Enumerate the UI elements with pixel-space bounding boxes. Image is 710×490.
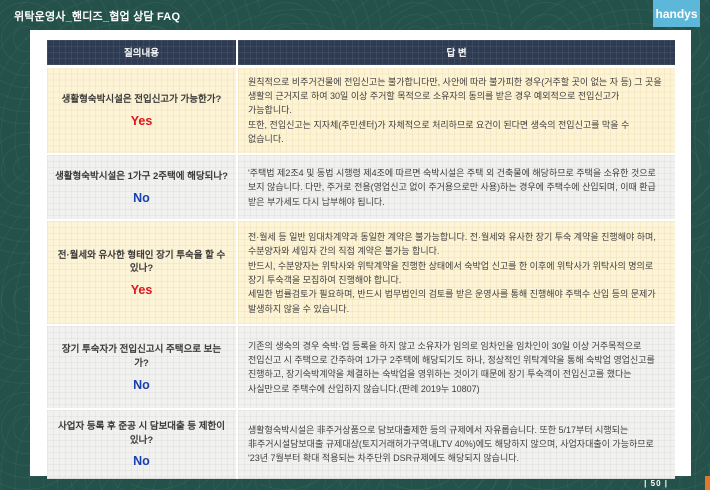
- content-card: 질의내용 답 변 생활형숙박시설은 전입신고가 가능한가? Yes 원칙적으로 …: [30, 30, 691, 476]
- page-title: 위탁운영사_핸디즈_협업 상담 FAQ: [14, 8, 180, 24]
- question-verdict: No: [55, 378, 228, 392]
- faq-table: 질의내용 답 변 생활형숙박시설은 전입신고가 가능한가? Yes 원칙적으로 …: [47, 40, 675, 479]
- faq-table-body: 생활형숙박시설은 전입신고가 가능한가? Yes 원칙적으로 비주거건물에 전입…: [47, 66, 675, 478]
- column-header-answer: 답 변: [237, 40, 675, 66]
- question-text: 사업자 등록 후 준공 시 담보대출 등 제한이 있나?: [55, 420, 228, 448]
- page-number: | 50 |: [644, 479, 668, 488]
- answer-text: 전·월세 등 일반 임대차계약과 동일한 계약은 불가능합니다. 전·월세와 유…: [248, 230, 665, 316]
- question-verdict: No: [55, 454, 228, 468]
- table-row: 생활형숙박시설은 전입신고가 가능한가? Yes 원칙적으로 비주거건물에 전입…: [47, 66, 675, 154]
- table-row: 생활형숙박시설은 1가구 2주택에 해당되나? No '주택법 제2조4 및 동…: [47, 154, 675, 220]
- answer-cell: 전·월세 등 일반 임대차계약과 동일한 계약은 불가능합니다. 전·월세와 유…: [237, 220, 675, 325]
- table-row: 사업자 등록 후 준공 시 담보대출 등 제한이 있나? No 생활형숙박시설은…: [47, 409, 675, 478]
- answer-text: 기존의 생숙의 경우 숙박·업 등록을 하지 않고 소유자가 임의로 임차인을 …: [248, 339, 665, 397]
- answer-text: 생활형숙박시설은 非주거상품으로 담보대출제한 등의 규제에서 자유롭습니다. …: [248, 423, 665, 466]
- slide-background: 위탁운영사_핸디즈_협업 상담 FAQ handys 질의내용 답 변 생활형숙…: [0, 0, 710, 490]
- question-text: 장기 투숙자가 전입신고시 주택으로 보는가?: [55, 343, 228, 371]
- question-cell: 사업자 등록 후 준공 시 담보대출 등 제한이 있나? No: [47, 409, 237, 478]
- answer-cell: 생활형숙박시설은 非주거상품으로 담보대출제한 등의 규제에서 자유롭습니다. …: [237, 409, 675, 478]
- question-cell: 생활형숙박시설은 1가구 2주택에 해당되나? No: [47, 154, 237, 220]
- answer-cell: 원칙적으로 비주거건물에 전입신고는 불가합니다만, 사안에 따라 불가피한 경…: [237, 66, 675, 154]
- table-row: 전·월세와 유사한 형태인 장기 투숙을 할 수 있나? Yes 전·월세 등 …: [47, 220, 675, 325]
- table-header-row: 질의내용 답 변: [47, 40, 675, 66]
- question-verdict: No: [55, 191, 228, 205]
- question-text: 전·월세와 유사한 형태인 장기 투숙을 할 수 있나?: [55, 249, 228, 277]
- question-cell: 장기 투숙자가 전입신고시 주택으로 보는가? No: [47, 325, 237, 409]
- handys-logo: handys: [653, 0, 700, 27]
- answer-cell: 기존의 생숙의 경우 숙박·업 등록을 하지 않고 소유자가 임의로 임차인을 …: [237, 325, 675, 409]
- answer-text: 원칙적으로 비주거건물에 전입신고는 불가합니다만, 사안에 따라 불가피한 경…: [248, 75, 665, 147]
- question-text: 생활형숙박시설은 전입신고가 가능한가?: [55, 93, 228, 107]
- column-header-question: 질의내용: [47, 40, 237, 66]
- table-row: 장기 투숙자가 전입신고시 주택으로 보는가? No 기존의 생숙의 경우 숙박…: [47, 325, 675, 409]
- question-cell: 전·월세와 유사한 형태인 장기 투숙을 할 수 있나? Yes: [47, 220, 237, 325]
- question-verdict: Yes: [55, 283, 228, 297]
- answer-text: '주택법 제2조4 및 동법 시행령 제4조에 따르면 숙박시설은 주택 외 건…: [248, 166, 665, 209]
- question-text: 생활형숙박시설은 1가구 2주택에 해당되나?: [55, 170, 228, 184]
- question-verdict: Yes: [55, 114, 228, 128]
- accent-bar: [705, 476, 710, 490]
- answer-cell: '주택법 제2조4 및 동법 시행령 제4조에 따르면 숙박시설은 주택 외 건…: [237, 154, 675, 220]
- question-cell: 생활형숙박시설은 전입신고가 가능한가? Yes: [47, 66, 237, 154]
